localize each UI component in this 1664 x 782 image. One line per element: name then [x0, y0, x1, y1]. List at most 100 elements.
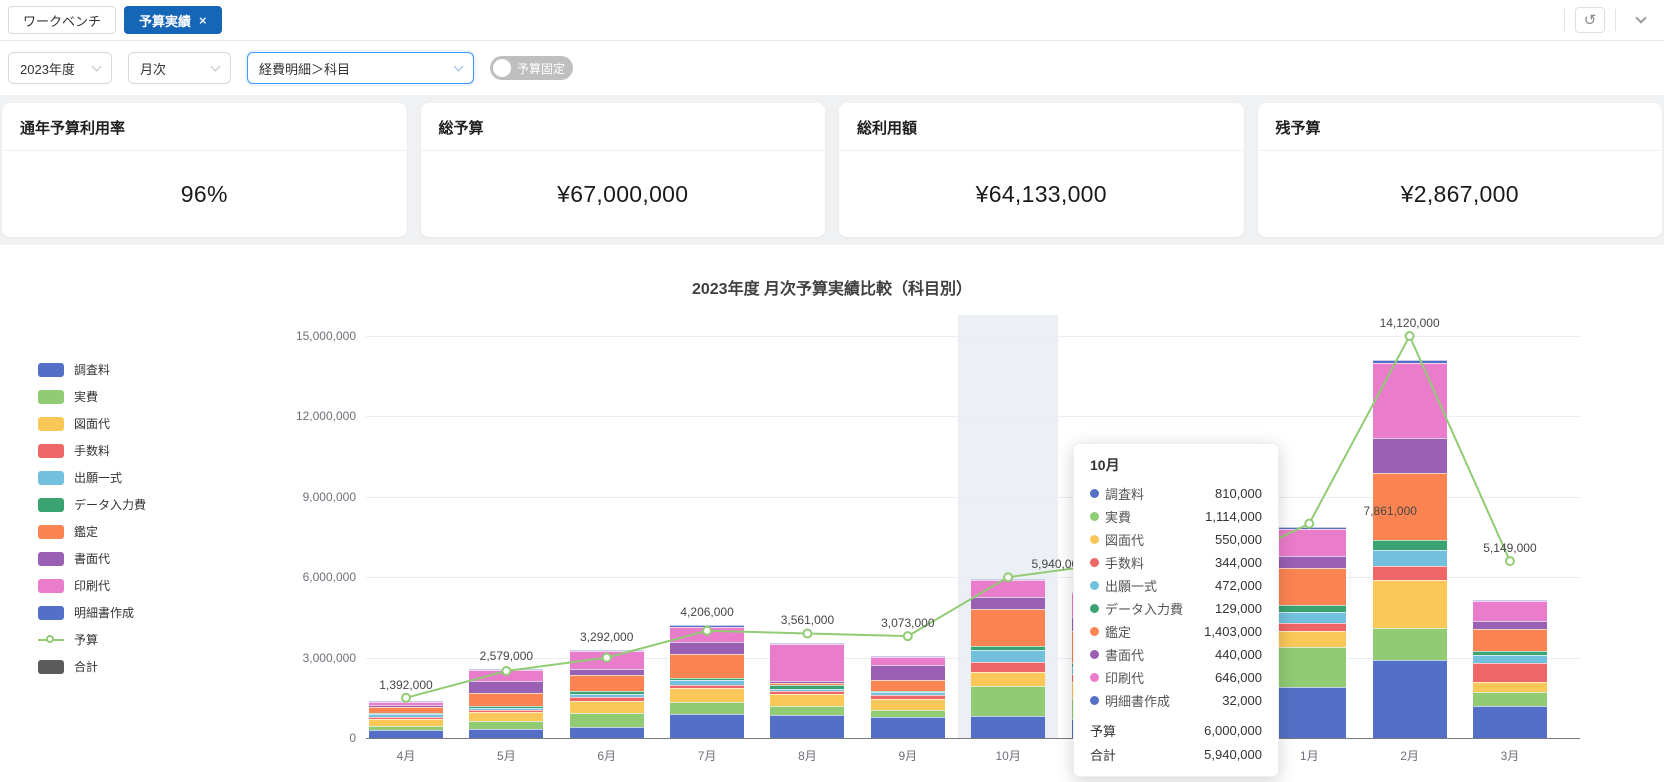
budget-line-marker[interactable] [401, 692, 411, 703]
total-data-label: 4,206,000 [680, 605, 734, 620]
total-data-label: 2,579,000 [479, 648, 534, 663]
toggle-knob [493, 59, 511, 77]
tooltip-row-value: 129,000 [1215, 601, 1262, 616]
budget-chart: 2023年度 月次予算実績比較（科目別） 調査料 実費 図面代 手数料 出願一式 データ入… [0, 245, 1664, 782]
tooltip-row: データ入力費 129,000 [1090, 597, 1262, 620]
tooltip-row-value: 646,000 [1215, 670, 1262, 685]
kpi-title: 通年予算利用率 [2, 103, 407, 151]
tooltip-row: 実費 1,114,000 [1090, 505, 1262, 528]
grouping-value: 経費明細＞科目 [259, 61, 351, 77]
tooltip-rows: 調査料 810,000 実費 1,114,000 図面代 550,000 手数料 344,00… [1090, 482, 1262, 712]
tooltip-row: 書面代 440,000 [1090, 643, 1262, 666]
period-select[interactable]: 月次 [128, 52, 231, 84]
chevron-down-icon [1635, 12, 1647, 24]
tab-close-icon[interactable]: × [199, 14, 207, 27]
tooltip-summary-row: 予算 6,000,000 [1090, 719, 1262, 742]
budget-line-marker[interactable] [601, 652, 612, 663]
tooltip-row-value: 440,000 [1215, 647, 1262, 662]
total-data-label: 14,120,000 [1379, 316, 1440, 330]
series-color-dot [1090, 696, 1099, 705]
fiscal-year-value: 2023年度 [20, 61, 75, 77]
series-color-dot [1090, 489, 1099, 498]
tooltip-row: 出願一式 472,000 [1090, 574, 1262, 597]
fiscal-year-select[interactable]: 2023年度 [8, 52, 112, 84]
series-color-dot [1090, 627, 1099, 636]
tooltip-summary: 予算 6,000,000 合計 5,940,000 [1090, 719, 1262, 766]
tooltip-row-value: 1,403,000 [1204, 624, 1262, 639]
series-color-dot [1090, 673, 1099, 682]
chevron-down-icon [453, 61, 464, 72]
tooltip-row: 明細書作成 32,000 [1090, 689, 1262, 712]
tooltip-title: 10月 [1090, 457, 1120, 473]
kpi-band: 通年予算利用率 96% 総予算 ¥67,000,000 総利用額 ¥64,133… [0, 95, 1664, 245]
budget-fixed-toggle[interactable]: 予算固定 [490, 56, 574, 80]
series-color-dot [1090, 604, 1099, 613]
kpi-card-total-used: 総利用額 ¥64,133,000 [839, 103, 1244, 237]
budget-line-marker[interactable] [902, 631, 913, 642]
chart-tooltip: 10月 調査料 810,000 実費 1,114,000 図面代 550,000 手数料 34… [1073, 443, 1279, 777]
budget-line-marker[interactable] [702, 625, 713, 636]
filter-bar: 2023年度 月次 経費明細＞科目 予算固定 [0, 41, 1664, 95]
tooltip-row-label: 書面代 [1105, 648, 1145, 663]
series-color-dot [1090, 535, 1099, 544]
tooltip-summary-value: 6,000,000 [1204, 723, 1262, 738]
tooltip-row-value: 472,000 [1215, 578, 1262, 593]
tooltip-row-label: 図面代 [1105, 533, 1145, 548]
kpi-title: 総予算 [420, 103, 825, 151]
tooltip-summary-row: 合計 5,940,000 [1090, 743, 1262, 766]
tooltip-row: 手数料 344,000 [1090, 551, 1262, 574]
chevron-down-icon [210, 61, 221, 72]
total-data-label: 3,561,000 [780, 613, 835, 628]
series-color-dot [1090, 558, 1099, 567]
tooltip-row: 調査料 810,000 [1090, 482, 1262, 505]
series-color-dot [1090, 650, 1099, 659]
total-data-label: 3,073,000 [881, 616, 935, 631]
tab-bar: ワークベンチ 予算実績 × ↺ [0, 0, 1664, 41]
tooltip-row-value: 1,114,000 [1205, 509, 1262, 524]
tooltip-row-label: 手数料 [1105, 556, 1145, 571]
toolbar-divider-2 [1615, 9, 1616, 31]
tab-budget-results-label: 予算実績 [139, 13, 192, 29]
tooltip-row-label: 調査料 [1105, 487, 1145, 502]
tab-workbench[interactable]: ワークベンチ [8, 6, 117, 34]
kpi-card-remaining-budget: 残予算 ¥2,867,000 [1257, 103, 1662, 237]
total-data-label: 3,292,000 [580, 629, 634, 644]
tooltip-row: 印刷代 646,000 [1090, 666, 1262, 689]
tooltip-row-label: データ入力費 [1105, 602, 1184, 617]
budget-line-marker[interactable] [1404, 331, 1415, 341]
tooltip-row-value: 344,000 [1215, 555, 1262, 570]
budget-line-marker[interactable] [1304, 518, 1315, 529]
budget-line-marker[interactable] [1003, 572, 1014, 583]
tooltip-row: 図面代 550,000 [1090, 528, 1262, 551]
history-icon: ↺ [1583, 12, 1597, 29]
tab-budget-results[interactable]: 予算実績 × [124, 6, 222, 34]
tooltip-row-label: 明細書作成 [1105, 694, 1171, 709]
history-button[interactable]: ↺ [1575, 7, 1605, 33]
tooltip-summary-value: 5,940,000 [1204, 747, 1262, 762]
tooltip-row-value: 810,000 [1215, 486, 1262, 501]
budget-line-marker[interactable] [501, 666, 512, 676]
total-data-label: 7,861,000 [1363, 503, 1417, 518]
toolbar-divider [1564, 9, 1565, 31]
series-color-dot [1090, 512, 1099, 521]
budget-line-marker[interactable] [802, 628, 813, 639]
kpi-title: 残予算 [1257, 103, 1662, 151]
budget-line-marker[interactable] [1504, 556, 1515, 567]
kpi-value: 96% [180, 180, 228, 207]
tooltip-row-label: 出願一式 [1105, 579, 1158, 594]
collapse-button[interactable] [1626, 7, 1656, 33]
tooltip-row-label: 実費 [1105, 510, 1132, 525]
total-data-label: 5,149,000 [1483, 541, 1537, 556]
tooltip-row-value: 32,000 [1222, 693, 1262, 708]
tooltip-summary-label: 合計 [1090, 748, 1117, 763]
tooltip-summary-label: 予算 [1090, 724, 1117, 739]
kpi-card-utilization: 通年予算利用率 96% [2, 103, 407, 237]
tab-bar-actions: ↺ [1564, 7, 1656, 33]
kpi-value: ¥64,133,000 [975, 180, 1107, 207]
kpi-value: ¥2,867,000 [1400, 180, 1519, 207]
series-color-dot [1090, 581, 1099, 590]
toggle-label: 予算固定 [517, 61, 566, 76]
grouping-select[interactable]: 経費明細＞科目 [247, 52, 474, 84]
tab-workbench-label: ワークベンチ [23, 13, 102, 29]
period-value: 月次 [140, 61, 167, 77]
